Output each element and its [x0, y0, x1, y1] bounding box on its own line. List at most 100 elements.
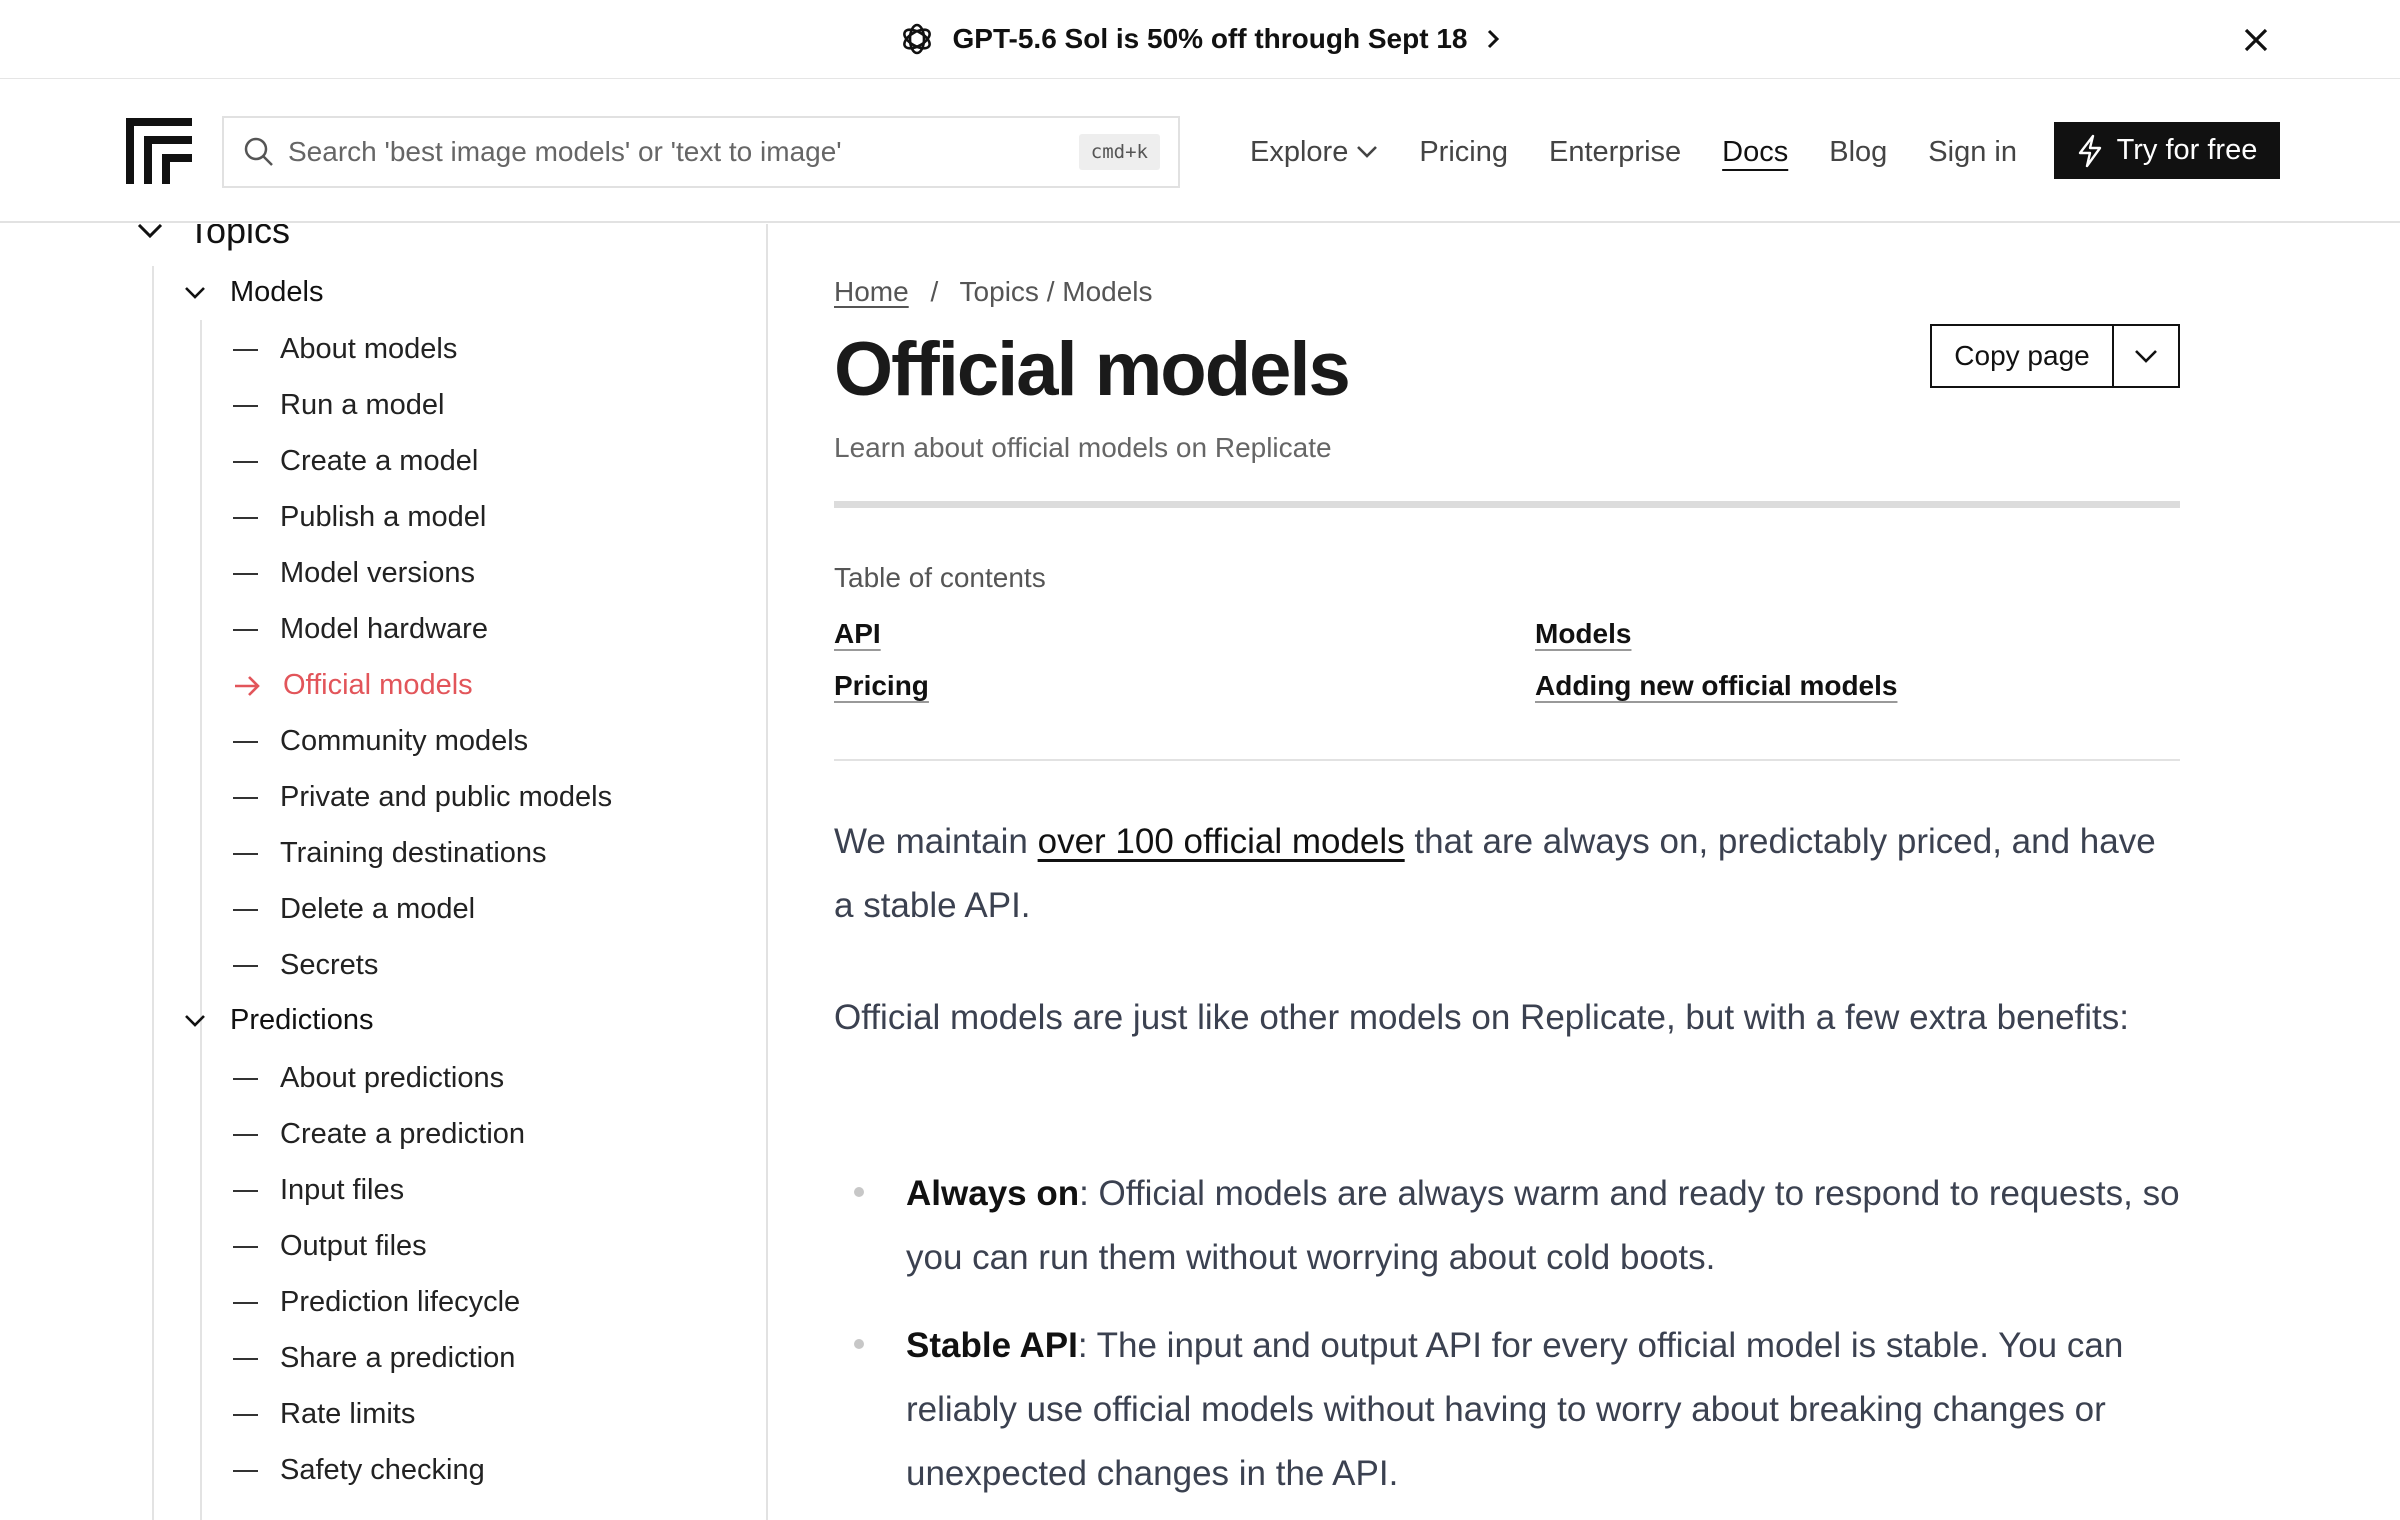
- dash-icon: [233, 740, 258, 743]
- promo-link[interactable]: GPT-5.6 Sol is 50% off through Sept 18: [899, 21, 1502, 57]
- try-for-free-label: Try for free: [2116, 134, 2258, 166]
- search-input[interactable]: [276, 136, 1079, 168]
- dash-icon: [233, 1357, 258, 1360]
- chevron-down-icon: [185, 1014, 205, 1027]
- list-item: Stable API: The input and output API for…: [906, 1314, 2180, 1506]
- sidebar-item-label: Output files: [280, 1230, 427, 1262]
- dash-icon: [233, 908, 258, 911]
- dash-icon: [233, 796, 258, 799]
- sidebar-item-label: Prediction lifecycle: [280, 1286, 521, 1318]
- sidebar-item-model-versions[interactable]: Model versions: [233, 557, 475, 590]
- divider: [834, 759, 2180, 761]
- toc-link-pricing[interactable]: Pricing: [834, 670, 929, 702]
- breadcrumb: Home / Topics / Models: [834, 276, 1153, 308]
- sidebar-item-about-predictions[interactable]: About predictions: [233, 1062, 504, 1095]
- breadcrumb-home-link[interactable]: Home: [834, 276, 909, 307]
- list-item-text: : The input and output API for every off…: [906, 1326, 2124, 1493]
- sidebar-item-prediction-lifecycle[interactable]: Prediction lifecycle: [233, 1286, 520, 1319]
- sidebar-item-label: Training destinations: [280, 837, 547, 869]
- search-icon: [244, 137, 273, 166]
- intro-text: We maintain: [834, 822, 1038, 861]
- copy-page-control: Copy page: [1930, 324, 2180, 388]
- sidebar-item-label: Safety checking: [280, 1454, 485, 1486]
- sidebar-item-label: Rate limits: [280, 1398, 416, 1430]
- chevron-down-icon: [185, 286, 205, 299]
- intro-paragraph: We maintain over 100 official models tha…: [834, 810, 2180, 938]
- dash-icon: [233, 1189, 258, 1192]
- sidebar-item-label: Official models: [283, 669, 473, 701]
- dash-icon: [233, 1413, 258, 1416]
- sidebar-item-secrets[interactable]: Secrets: [233, 949, 378, 982]
- dash-icon: [233, 516, 258, 519]
- sidebar-group-label: Models: [230, 276, 324, 308]
- dash-icon: [233, 852, 258, 855]
- nav-enterprise[interactable]: Enterprise: [1549, 136, 1681, 169]
- sidebar-item-label: Input files: [280, 1174, 405, 1206]
- sidebar-item-output-files[interactable]: Output files: [233, 1230, 427, 1263]
- dash-icon: [233, 964, 258, 967]
- sidebar-item-label: Model versions: [280, 557, 476, 589]
- sidebar-item-label: About predictions: [280, 1062, 505, 1094]
- nav-sign-in[interactable]: Sign in: [1928, 136, 2017, 169]
- replicate-logo-icon[interactable]: [126, 118, 192, 184]
- list-item-term: Always on: [906, 1174, 1080, 1213]
- sidebar-item-safety-checking[interactable]: Safety checking: [233, 1454, 485, 1487]
- sidebar-item-publish-a-model[interactable]: Publish a model: [233, 501, 486, 534]
- openai-logo-icon: [902, 23, 931, 55]
- sidebar-item-label: Create a model: [280, 445, 479, 477]
- chevron-down-icon: [2135, 349, 2157, 363]
- try-for-free-button[interactable]: Try for free: [2054, 122, 2280, 179]
- copy-page-button[interactable]: Copy page: [1932, 326, 2114, 386]
- sidebar-guide-line: [200, 320, 202, 1520]
- sidebar-item-private-and-public-models[interactable]: Private and public models: [233, 781, 612, 814]
- nav-pricing[interactable]: Pricing: [1419, 136, 1508, 169]
- sidebar-item-model-hardware[interactable]: Model hardware: [233, 613, 488, 646]
- toc-link-api[interactable]: API: [834, 618, 881, 650]
- sidebar-item-input-files[interactable]: Input files: [233, 1174, 404, 1207]
- sidebar-item-label: Delete a model: [280, 893, 476, 925]
- nav-blog[interactable]: Blog: [1829, 136, 1887, 169]
- sidebar-item-official-models[interactable]: Official models: [233, 669, 473, 702]
- sidebar-item-run-a-model[interactable]: Run a model: [233, 389, 444, 422]
- breadcrumb-trail: Topics / Models: [959, 276, 1153, 307]
- sidebar-item-label: Community models: [280, 725, 529, 757]
- official-models-link[interactable]: over 100 official models: [1038, 822, 1405, 861]
- dash-icon: [233, 628, 258, 631]
- sidebar-item-label: Run a model: [280, 389, 445, 421]
- dash-icon: [233, 1245, 258, 1248]
- nav-docs[interactable]: Docs: [1722, 136, 1788, 169]
- main-nav: Explore Pricing Enterprise Docs Blog Sig…: [1250, 116, 2017, 188]
- sidebar-guide-line: [152, 266, 154, 1520]
- sidebar-item-training-destinations[interactable]: Training destinations: [233, 837, 547, 870]
- sidebar-item-label: About models: [280, 333, 458, 365]
- promo-banner: GPT-5.6 Sol is 50% off through Sept 18: [0, 0, 2400, 79]
- sidebar-item-community-models[interactable]: Community models: [233, 725, 528, 758]
- sidebar-item-label: Model hardware: [280, 613, 488, 645]
- sidebar-item-share-a-prediction[interactable]: Share a prediction: [233, 1342, 515, 1375]
- dash-icon: [233, 572, 258, 575]
- sidebar-group-predictions[interactable]: Predictions: [184, 1004, 373, 1037]
- sidebar-item-about-models[interactable]: About models: [233, 333, 457, 366]
- sidebar-item-create-a-model[interactable]: Create a model: [233, 445, 478, 478]
- site-header: cmd+k Explore Pricing Enterprise Docs Bl…: [0, 80, 2400, 223]
- toc-heading: Table of contents: [834, 562, 1046, 593]
- close-icon[interactable]: [2238, 22, 2274, 58]
- nav-explore[interactable]: Explore: [1250, 136, 1378, 169]
- search-box[interactable]: cmd+k: [222, 116, 1180, 188]
- sidebar-group-label: Predictions: [230, 1004, 374, 1036]
- docs-sidebar: Topics Models About models Run a model C…: [0, 224, 768, 1520]
- sidebar-section-topics[interactable]: Topics: [136, 224, 290, 252]
- nav-explore-label: Explore: [1250, 135, 1349, 168]
- page-title: Official models: [834, 327, 1351, 412]
- toc-link-models[interactable]: Models: [1535, 618, 1631, 650]
- lightning-icon: [2078, 134, 2101, 167]
- copy-page-dropdown-button[interactable]: [2114, 326, 2178, 386]
- toc-link-adding-new-official-models[interactable]: Adding new official models: [1535, 670, 1897, 702]
- sidebar-group-models[interactable]: Models: [184, 276, 324, 309]
- sidebar-item-delete-a-model[interactable]: Delete a model: [233, 893, 475, 926]
- dash-icon: [233, 460, 258, 463]
- sidebar-item-create-a-prediction[interactable]: Create a prediction: [233, 1118, 525, 1151]
- sidebar-item-rate-limits[interactable]: Rate limits: [233, 1398, 415, 1431]
- sidebar-item-label: Share a prediction: [280, 1342, 516, 1374]
- divider: [834, 501, 2180, 508]
